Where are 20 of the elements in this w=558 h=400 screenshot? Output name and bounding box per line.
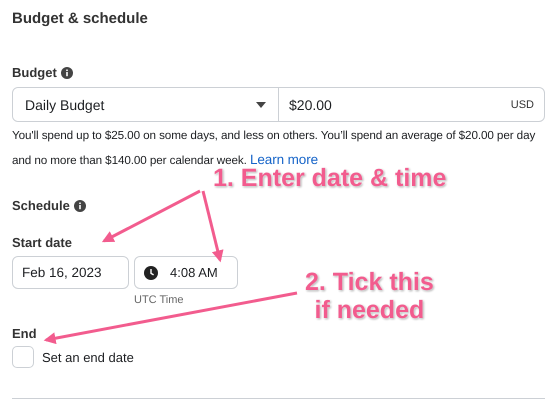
info-icon[interactable] (60, 66, 73, 78)
amount-field[interactable]: $20.00 (289, 96, 511, 112)
section-title: Budget & schedule (12, 10, 149, 27)
annotation-text: 2. Tick this (305, 268, 434, 296)
date-field[interactable]: Feb 16, 2023 (12, 256, 129, 289)
timezone-label: UTC Time (134, 294, 184, 306)
schedule-label: Schedule (12, 198, 70, 213)
start-date-label: Start date (12, 235, 72, 250)
budget-type-dropdown[interactable]: Daily Budget (13, 88, 279, 121)
learn-more-link[interactable]: Learn more (250, 152, 318, 167)
checkbox-label: Set an end date (42, 350, 134, 364)
currency-label: USD (510, 98, 534, 110)
info-icon[interactable] (74, 200, 86, 212)
budget-label: Budget (12, 65, 57, 80)
clock-icon (144, 266, 158, 280)
time-field[interactable]: 4:08 AM (134, 256, 238, 289)
annotation-text: if needed (314, 296, 424, 324)
caret-icon (256, 102, 266, 108)
end-date-checkbox[interactable] (12, 346, 34, 368)
end-label: End (12, 326, 37, 341)
